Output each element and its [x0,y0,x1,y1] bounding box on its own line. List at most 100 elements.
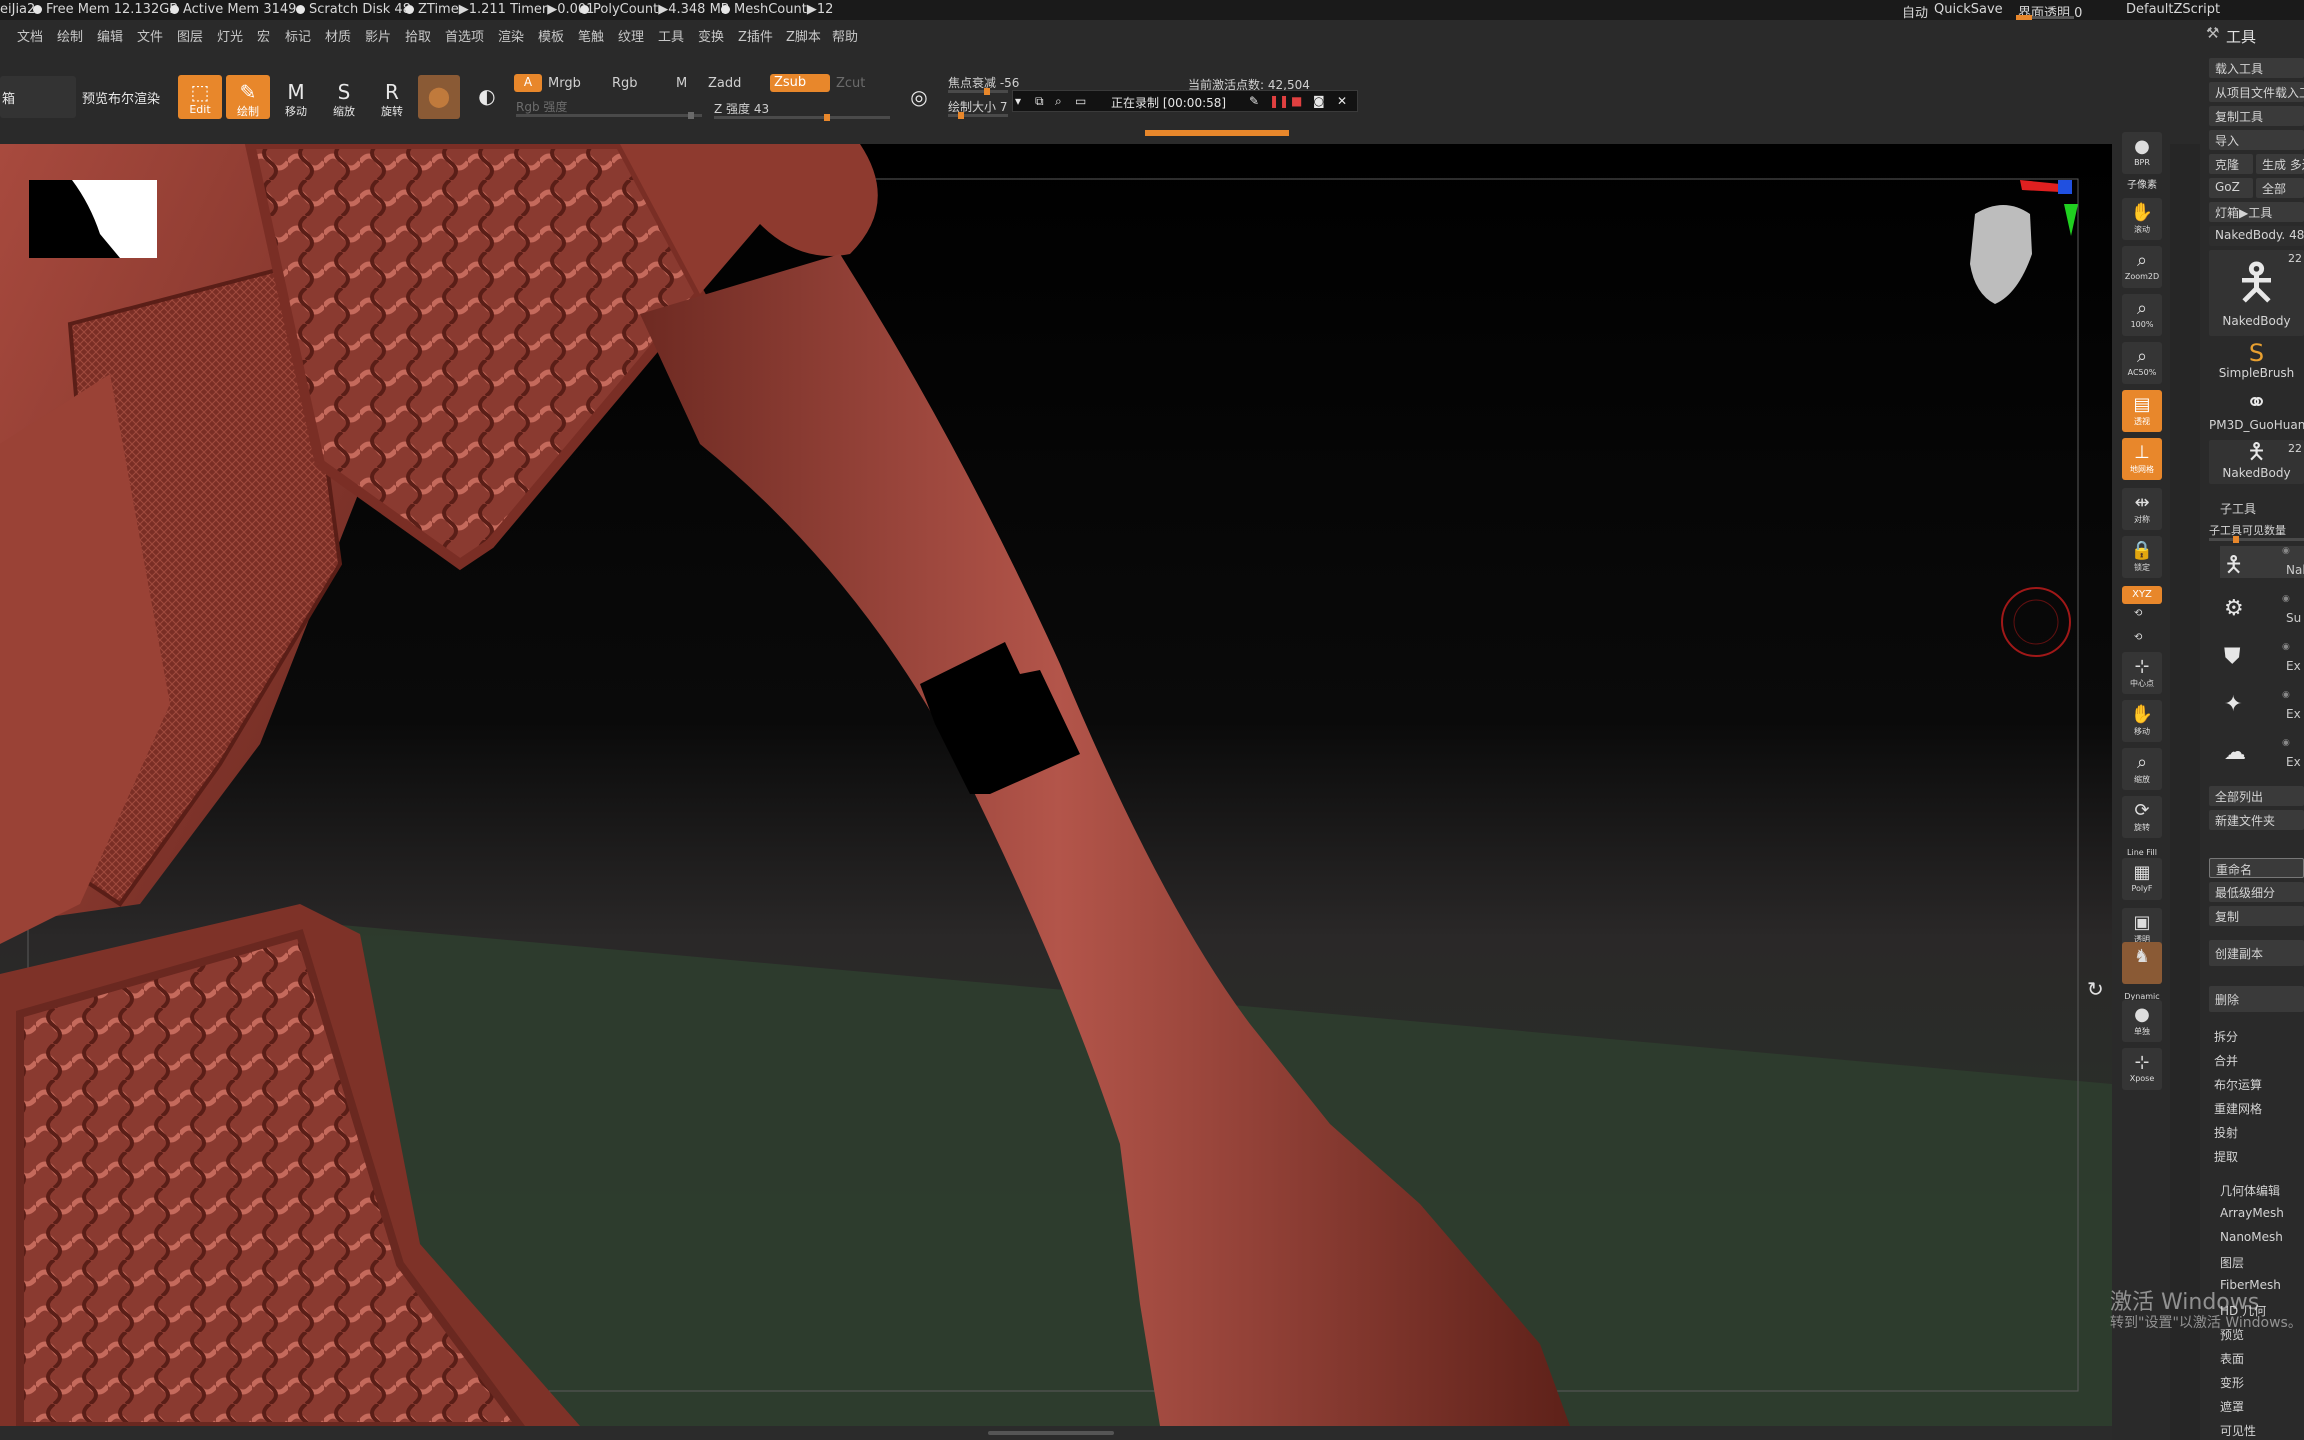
menu-document[interactable]: 文档 [17,26,43,45]
load-from-project-button[interactable]: 从项目文件载入工具 [2209,82,2304,102]
nanomesh-section[interactable]: NanoMesh [2220,1230,2283,1244]
menu-light[interactable]: 灯光 [217,26,243,45]
menu-help[interactable]: 帮助 [832,26,858,45]
rotate-z-icon[interactable]: ⟲ [2134,632,2142,643]
solo-button[interactable]: ● 单独 [2122,1000,2162,1042]
rgb-intensity-slider[interactable] [516,112,702,119]
xpose-button[interactable]: ⊹ Xpose [2122,1048,2162,1090]
geometry-edit-section[interactable]: 几何体编辑 [2220,1182,2280,1199]
actual-size-button[interactable]: ⌕ 100% [2122,294,2162,336]
quicksave-button[interactable]: QuickSave [1934,2,2003,17]
perspective-button[interactable]: ▤ 透视 [2122,390,2162,432]
local-symmetry-button[interactable]: ⇹ 对称 [2122,488,2162,530]
z-intensity-slider[interactable] [714,114,890,121]
rotate-button[interactable]: R 旋转 [370,75,414,119]
rec-close-icon[interactable]: ✕ [1337,94,1347,108]
menu-material[interactable]: 材质 [325,26,351,45]
menu-file[interactable]: 文件 [137,26,163,45]
viewport-canvas[interactable]: ↻ [0,144,2112,1426]
symmetry-button[interactable]: ◎ [902,82,936,116]
visibility-section[interactable]: 可见性 [2220,1422,2256,1439]
boolean-section[interactable]: 布尔运算 [2214,1076,2262,1093]
tool-thumb-nakedbody-2[interactable]: 22 🯅 NakedBody [2209,440,2304,484]
rotate-view-button[interactable]: ⟳ 旋转 [2122,796,2162,838]
clone-button[interactable]: 克隆 [2209,154,2253,174]
scroll-button[interactable]: ✋ 滚动 [2122,198,2162,240]
merge-section[interactable]: 合并 [2214,1052,2238,1069]
menu-render[interactable]: 渲染 [498,26,524,45]
focal-shift-thumb[interactable] [984,88,990,95]
subtool-header[interactable]: 子工具 [2220,500,2256,517]
delete-button[interactable]: 删除 [2209,986,2304,1012]
tool-thumb-nakedbody[interactable]: 22 🯅 NakedBody [2209,250,2304,336]
layers-section[interactable]: 图层 [2220,1254,2244,1271]
reset-view-icon[interactable]: ↻ [2087,977,2104,1001]
palette-dock-icon[interactable]: ⚒ [2206,24,2219,42]
subtool-eye-icon[interactable]: ◉ [2282,738,2290,748]
a-button[interactable]: A [514,74,542,92]
goz-button[interactable]: GoZ [2209,178,2253,198]
lock-button[interactable]: 🔒 锁定 [2122,536,2162,578]
zcut-button[interactable]: Zcut [836,76,865,91]
tool-thumb-simplebrush[interactable]: S SimpleBrush [2209,340,2304,384]
menu-marker[interactable]: 标记 [285,26,311,45]
menu-stencil[interactable]: 模板 [538,26,564,45]
menu-layer[interactable]: 图层 [177,26,203,45]
lightbox-tool-button[interactable]: 灯箱▶工具 [2209,202,2304,222]
rgb-button[interactable]: Rgb [612,76,638,91]
interface-transparency-slider[interactable] [2016,15,2074,20]
menu-zscript[interactable]: Z脚本 [786,26,821,45]
rec-window-icon[interactable]: ⧉ [1035,94,1044,109]
create-copy-button[interactable]: 创建副本 [2209,940,2304,966]
menu-movie[interactable]: 影片 [365,26,391,45]
subtool-item-2[interactable]: ⚙ ◉ Su [2220,594,2304,626]
menu-preferences[interactable]: 首选项 [445,26,484,45]
load-tool-button[interactable]: 载入工具 [2209,58,2304,78]
subtool-eye-icon[interactable]: ◉ [2282,546,2290,556]
menu-picker[interactable]: 拾取 [405,26,431,45]
rgb-intensity-thumb[interactable] [688,112,694,119]
rename-button[interactable]: 重命名 [2209,858,2304,878]
rec-zoom-icon[interactable]: ⌕ [1055,94,1062,109]
lightbox-button[interactable]: 箱 [0,76,76,118]
zsub-button[interactable]: Zsub [770,74,830,92]
goz-all-button[interactable]: 全部 [2256,178,2304,198]
new-folder-button[interactable]: 新建文件夹 [2209,810,2304,830]
bpr-preview-button[interactable]: 预览布尔渲染 [78,76,164,118]
subtool-item-3[interactable]: ⛊ ◉ Ex [2220,642,2304,674]
duplicate-button[interactable]: 复制 [2209,906,2304,926]
edit-button[interactable]: ⬚ Edit [178,75,222,119]
menu-draw[interactable]: 绘制 [57,26,83,45]
subtool-visible-count-slider[interactable] [2209,536,2304,543]
menu-stroke[interactable]: 笔触 [578,26,604,45]
subtool-visible-count-thumb[interactable] [2233,536,2239,543]
zoom2d-button[interactable]: ⌕ Zoom2D [2122,246,2162,288]
copy-tool-button[interactable]: 复制工具 [2209,106,2304,126]
subtool-eye-icon[interactable]: ◉ [2282,690,2290,700]
menu-transform[interactable]: 变换 [698,26,724,45]
antialias-half-button[interactable]: ⌕ AC50% [2122,342,2162,384]
mrgb-button[interactable]: Mrgb [548,76,581,91]
rotate-y-icon[interactable]: ⟲ [2134,608,2142,619]
arraymesh-section[interactable]: ArrayMesh [2220,1206,2284,1220]
polyframe-button[interactable]: ▦ PolyF [2122,858,2162,900]
bpr-render-button[interactable]: ● BPR [2122,132,2162,174]
move-button[interactable]: M 移动 [274,75,318,119]
masking-section[interactable]: 遮罩 [2220,1398,2244,1415]
menu-tool[interactable]: 工具 [658,26,684,45]
rec-stop-icon[interactable]: ■ [1291,94,1302,108]
surface-section[interactable]: 表面 [2220,1350,2244,1367]
menu-zplugin[interactable]: Z插件 [738,26,773,45]
bottom-tray-handle[interactable] [988,1431,1114,1435]
tool-thumb-pm3d[interactable]: ⚭ PM3D_GuoHuan [2209,388,2304,436]
subtool-item-4[interactable]: ✦ ◉ Ex [2220,690,2304,722]
pivot-center-button[interactable]: ⊹ 中心点 [2122,652,2162,694]
subtool-item-1[interactable]: 🯅 ◉ Nak [2220,546,2304,578]
xyz-button[interactable]: XYZ [2122,586,2162,604]
menu-texture[interactable]: 纹理 [618,26,644,45]
deformation-section[interactable]: 变形 [2220,1374,2244,1391]
draw-size-thumb[interactable] [958,112,964,119]
default-zscript-button[interactable]: DefaultZScript [2126,2,2220,17]
focal-shift-slider[interactable] [948,88,1008,95]
ghost-button[interactable]: ♞ [2122,942,2162,984]
